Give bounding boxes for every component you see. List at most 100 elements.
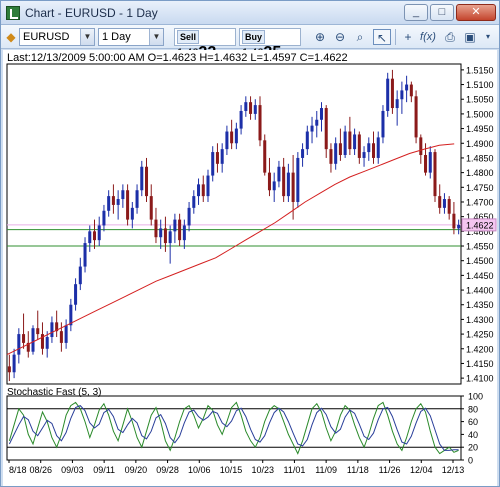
candle-body [97, 225, 101, 241]
timeframe-select[interactable]: 1 Day ▼ [98, 28, 164, 46]
toolbar-overflow-icon[interactable]: ▾ [479, 29, 497, 45]
candle-body [395, 99, 399, 109]
chevron-down-icon[interactable]: ▼ [149, 29, 163, 45]
zoom-fit-icon[interactable]: ⌕ [351, 29, 369, 45]
candle-body [315, 119, 319, 126]
candle-body [348, 131, 352, 150]
close-button[interactable]: ✕ [456, 4, 496, 21]
candle-body [428, 152, 432, 173]
date-tick-label: 11/01 [283, 465, 305, 475]
date-tick-label: 12/13 [442, 465, 465, 475]
date-tick-label: 8/18 [9, 465, 27, 475]
date-tick-label: 09/03 [61, 465, 84, 475]
date-tick-label: 08/26 [29, 465, 52, 475]
stochastic-tick-label: 80 [468, 404, 478, 414]
last-price-marker: 1.4622 [461, 218, 497, 232]
candle-body [400, 90, 404, 100]
candle-body [343, 131, 347, 156]
candle-body [159, 228, 163, 238]
minimize-button[interactable]: _ [404, 4, 428, 21]
price-tick-label: 1.4200 [466, 344, 494, 354]
candle-body [126, 190, 130, 220]
candle-body [447, 199, 451, 214]
candle-body [64, 325, 68, 343]
crosshair-icon[interactable]: + [399, 29, 417, 45]
candle-body [362, 152, 366, 158]
sell-label: Sell [177, 30, 200, 44]
candle-body [111, 196, 115, 205]
candle-body [154, 219, 158, 238]
print-icon[interactable]: ⎙ [441, 29, 459, 45]
price-tick-label: 1.4550 [466, 242, 494, 252]
candle-body [36, 328, 40, 335]
candle-body [452, 213, 456, 229]
candle-body [135, 190, 139, 208]
candle-body [272, 181, 276, 191]
chart-canvas[interactable]: 1.5150 1.5100 1.5050 1.5000 1.4950 1.4900 1.48… [3, 50, 497, 486]
candle-body [357, 134, 361, 158]
stochastic-tick-label: 0 [468, 456, 473, 466]
zoom-in-icon[interactable]: ⊕ [311, 29, 329, 45]
candle-body [334, 143, 338, 164]
candle-body [433, 152, 437, 197]
candle-body [31, 328, 35, 352]
cursor-icon[interactable]: ↖ [373, 29, 391, 45]
title-bar[interactable]: Chart - EURUSD - 1 Day _ □ ✕ [1, 1, 499, 25]
symbol-value: EURUSD [23, 31, 70, 43]
candle-body [381, 110, 385, 138]
candle-body [277, 166, 281, 182]
maximize-button[interactable]: □ [430, 4, 454, 21]
candle-body [130, 207, 134, 220]
moving-average-line [6, 143, 455, 356]
timeframe-value: 1 Day [102, 31, 131, 43]
price-tick-label: 1.4900 [466, 139, 494, 149]
candle-body [249, 102, 253, 114]
candle-body [74, 284, 78, 305]
price-tick-label: 1.4750 [466, 183, 494, 193]
chart-area[interactable]: 1.5150 1.5100 1.5050 1.5000 1.4950 1.4900 1.48… [3, 50, 497, 486]
save-icon[interactable]: ▣ [461, 29, 479, 45]
symbol-select[interactable]: EURUSD ▼ [19, 28, 95, 46]
window-title: Chart - EURUSD - 1 Day [25, 6, 158, 20]
buy-button[interactable]: Buy 1.4625 [239, 28, 301, 61]
candle-body [291, 172, 295, 202]
chevron-down-icon[interactable]: ▼ [80, 29, 94, 45]
candle-body [367, 143, 371, 153]
candle-body [305, 131, 309, 150]
date-tick-label: 10/15 [220, 465, 243, 475]
zoom-out-icon[interactable]: ⊖ [331, 29, 349, 45]
candle-body [140, 166, 144, 191]
candle-body [390, 78, 394, 109]
candle-body [102, 210, 106, 226]
candle-body [282, 166, 286, 197]
price-tick-label: 1.4300 [466, 315, 494, 325]
price-axis [6, 63, 462, 461]
candle-body [201, 184, 205, 197]
candle-body [17, 334, 21, 355]
sell-button[interactable]: Sell 1.4622 [174, 28, 236, 61]
function-icon[interactable]: f(x) [419, 29, 437, 45]
candle-body [376, 137, 380, 158]
last-bar-info: Last:12/13/2009 5:00:00 AM O=1.4623 H=1.… [7, 52, 348, 64]
stochastic-tick-label: 100 [468, 392, 483, 402]
candle-body [319, 108, 324, 120]
candle-body [324, 108, 328, 150]
candle-body [215, 152, 219, 164]
candle-body [206, 175, 210, 197]
horizontal-lines [7, 224, 461, 247]
stochastic-tick-label: 40 [468, 430, 478, 440]
stochastic-tick-label: 20 [468, 443, 478, 453]
chart-app-icon [6, 6, 20, 20]
candle-body [220, 149, 224, 164]
price-tick-label: 1.4150 [466, 359, 494, 369]
chart-toolbar: ◆ EURUSD ▼ 1 Day ▼ Sell 1.4622 Buy 1.462… [1, 25, 499, 61]
candle-body [83, 243, 87, 267]
candle-body [22, 334, 26, 343]
date-tick-label: 09/11 [93, 465, 115, 475]
candle-body [424, 155, 428, 173]
candle-body [12, 354, 16, 373]
buy-label: Buy [242, 30, 266, 44]
candle-body [225, 131, 229, 150]
date-tick-label: 11/09 [315, 465, 337, 475]
price-tick-label: 1.4250 [466, 330, 494, 340]
